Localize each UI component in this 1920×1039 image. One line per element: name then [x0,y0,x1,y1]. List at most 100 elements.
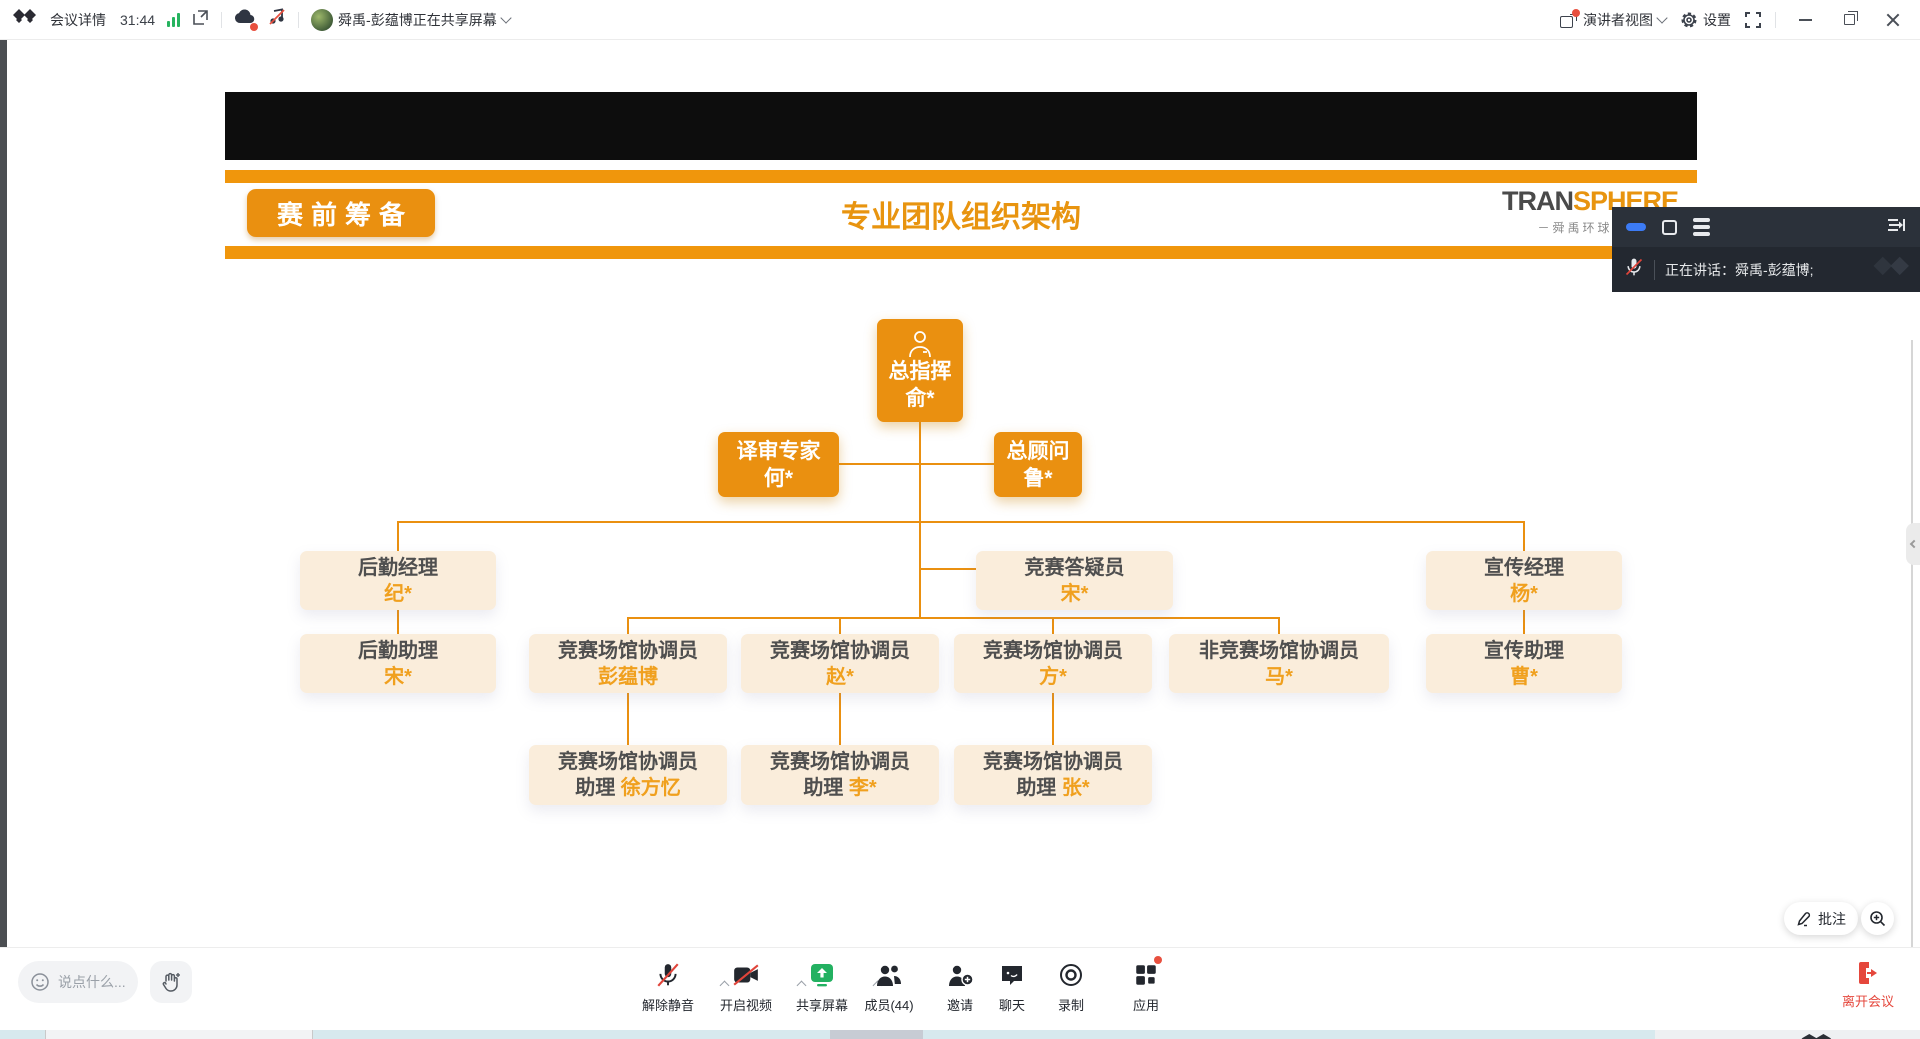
top-bar: 会议详情 31:44 舜禹-彭蕴博正在共享屏幕 [0,0,1920,40]
bottom-bar: 说点什么... 解除静音 开启视频 共享屏幕 [0,947,1920,1030]
org-connector [919,568,976,570]
speaker-panel: 正在讲话：舜禹-彭蕴博; [1612,207,1920,292]
org-node-publicity-manager: 宣传经理 杨* [1426,551,1622,610]
muted-mic-icon [1624,256,1644,283]
slide-header-band [225,92,1697,160]
toolbar-apps-button[interactable]: 应用 [1104,960,1188,1014]
org-node-venue-coordinator-3: 竞赛场馆协调员 方* [954,634,1152,693]
cloud-status-dot [250,23,258,31]
cloud-record-icon[interactable] [234,9,256,30]
zoom-button[interactable] [1861,902,1894,935]
speaker-panel-toolbar [1612,207,1920,247]
org-node-non-venue-coordinator: 非竞赛场馆协调员 马* [1169,634,1389,693]
emoji-icon [30,972,50,992]
apps-badge-dot [1154,956,1162,964]
speaker-panel-status: 正在讲话：舜禹-彭蕴博; [1612,247,1920,292]
speaking-label: 正在讲话： [1665,262,1735,278]
org-connector [1523,610,1525,634]
divider [221,12,222,28]
org-connector [1052,693,1054,745]
close-button[interactable] [1878,7,1908,33]
strip-watermark-icon [1800,1030,1860,1039]
gear-icon [1680,11,1698,29]
org-node-logistics-manager: 后勤经理 纪* [300,551,496,610]
meeting-details-link[interactable]: 会议详情 [50,10,106,30]
org-node-venue-assistant-3: 竞赛场馆协调员 助理 张* [954,745,1152,805]
person-icon [904,330,936,358]
window-view-button[interactable] [1662,220,1677,235]
org-node-review-expert: 译审专家 何* [718,432,839,497]
org-connector [397,610,399,634]
sharer-avatar [311,9,333,31]
sharing-status-text: 舜禹-彭蕴博正在共享屏幕 [338,10,497,30]
annotate-label: 批注 [1818,909,1846,929]
fullscreen-icon[interactable] [1745,12,1761,28]
org-node-chief: 总指挥 俞* [877,319,963,422]
org-connector [627,617,1279,619]
settings-button[interactable]: 设置 [1680,10,1731,30]
maximize-button[interactable] [1834,7,1864,33]
annotate-button[interactable]: 批注 [1784,902,1858,935]
slide-stripe-top [225,170,1697,183]
org-connector [397,521,1525,523]
quick-chat-input[interactable]: 说点什么... [18,961,138,1003]
org-node-venue-coordinator-2: 竞赛场馆协调员 赵* [741,634,939,693]
org-node-chief-advisor: 总顾问 鲁* [994,432,1082,497]
leave-meeting-button[interactable]: 离开会议 [1826,960,1910,1010]
shared-screen-edge [1911,340,1913,986]
org-connector [1052,617,1054,635]
slide-section-badge: 赛前筹备 [247,189,435,237]
strip-segment [1655,1030,1920,1039]
strip-segment [830,1030,923,1039]
chevron-down-icon [1656,12,1667,23]
org-node-logistics-assistant: 后勤助理 宋* [300,634,496,693]
expand-panel-button[interactable] [1886,217,1906,238]
toolbar-record-button[interactable]: 录制 [1029,960,1113,1014]
sharing-status-dropdown[interactable]: 舜禹-彭蕴博正在共享屏幕 [311,9,510,31]
list-view-button[interactable] [1693,218,1710,236]
settings-label: 设置 [1703,10,1731,30]
camera-muted-icon [732,962,760,988]
raise-hand-button[interactable] [150,961,192,1003]
strip-segment [45,1030,313,1039]
computer-audio-muted-icon[interactable] [268,8,286,31]
watermark-logo-icon [1872,255,1912,288]
share-screen-icon [808,962,836,988]
divider [1775,12,1776,28]
org-connector [627,693,629,745]
slide-stripe-bottom [225,246,1697,259]
meeting-window: 会议详情 31:44 舜禹-彭蕴博正在共享屏幕 [0,0,1920,1039]
org-connector [839,693,841,745]
org-connector [839,463,994,465]
org-connector [1278,617,1280,635]
chevron-down-icon [500,12,511,23]
org-node-venue-assistant-1: 竞赛场馆协调员 助理 徐方忆 [529,745,727,805]
collapse-panel-tab[interactable] [1906,523,1920,565]
toolbar-unmute-button[interactable]: 解除静音 [626,960,710,1014]
popout-window-icon[interactable] [192,9,209,31]
meeting-timer: 31:44 [120,12,155,28]
magnifier-plus-icon [1869,910,1886,927]
raise-hand-icon [160,971,182,993]
bottom-edge-strip [0,1030,1920,1039]
minimize-button[interactable] [1790,7,1820,33]
chat-placeholder: 说点什么... [58,972,126,992]
org-connector [627,617,629,635]
org-node-venue-assistant-2: 竞赛场馆协调员 助理 李* [741,745,939,805]
chevron-left-icon [1910,540,1918,548]
view-mode-button[interactable]: 演讲者视图 [1560,10,1666,30]
org-node-publicity-assistant: 宣传助理 曹* [1426,634,1622,693]
mic-muted-icon [655,961,681,989]
shared-screen-area: 赛前筹备 专业团队组织架构 TRANSPHERE －舜禹环球通－ 总指挥 俞* [0,40,1920,947]
network-signal-icon [167,13,180,27]
speaking-names: 舜禹-彭蕴博; [1735,262,1814,278]
toolbar-start-video-button[interactable]: 开启视频 [704,960,788,1014]
pen-icon [1796,911,1812,927]
chat-icon [999,962,1025,988]
org-connector [1523,521,1525,551]
view-mode-label: 演讲者视图 [1583,10,1653,30]
org-connector [839,617,841,635]
logo-text-dark: TRAN [1502,186,1573,216]
minimized-view-button[interactable] [1626,223,1646,231]
divider [1654,260,1655,280]
